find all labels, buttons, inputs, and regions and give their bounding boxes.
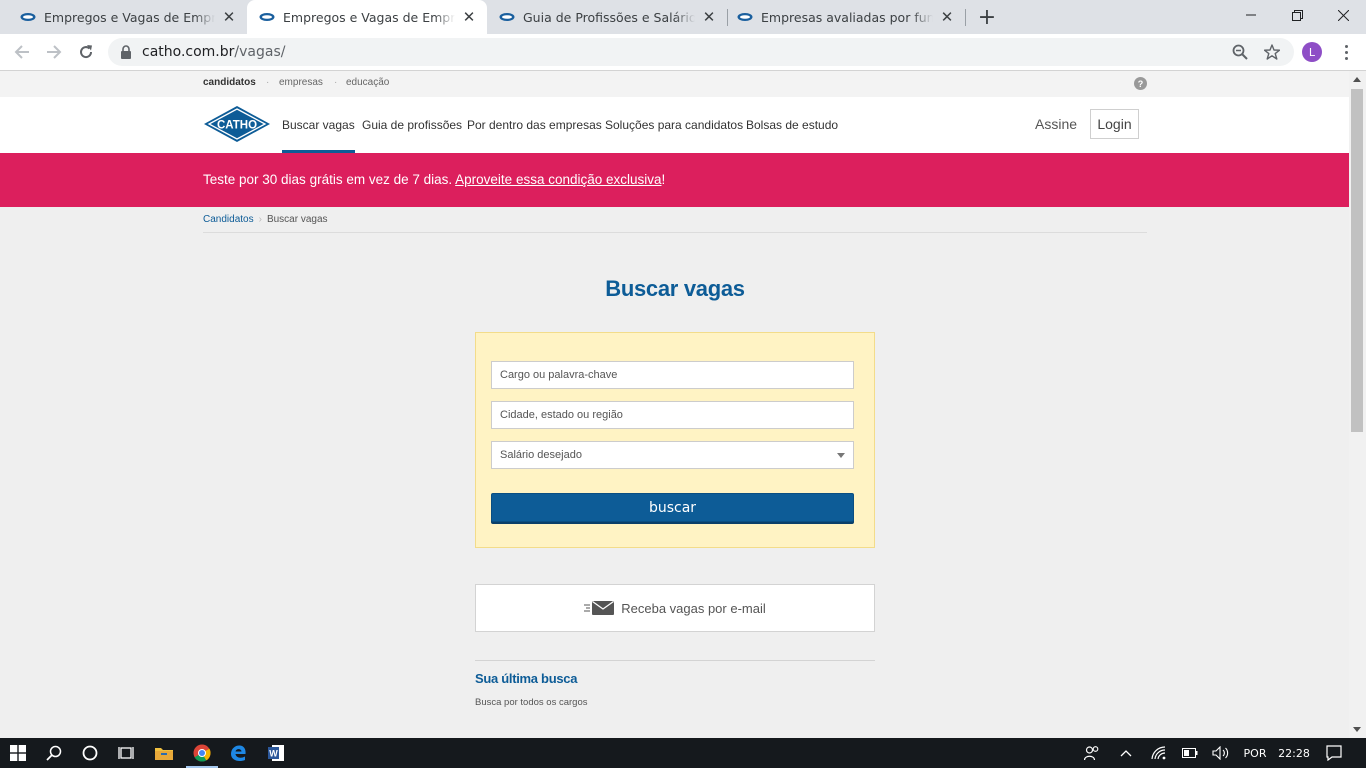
last-search-divider: [475, 660, 875, 661]
keyword-input[interactable]: [491, 361, 854, 389]
browser-tab[interactable]: Empresas avaliadas por funcionários ✕: [727, 0, 965, 34]
promo-text: Teste por 30 dias grátis em vez de 7 dia…: [203, 172, 453, 187]
browser-toolbar: catho.com.br/vagas/ L: [0, 34, 1366, 71]
windows-start-icon[interactable]: [0, 738, 36, 768]
wifi-icon[interactable]: [1148, 738, 1170, 768]
url-domain: catho.com.br: [142, 44, 235, 60]
chevron-down-icon: [837, 453, 845, 458]
page-scrollbar[interactable]: [1349, 71, 1366, 738]
file-explorer-icon[interactable]: [146, 738, 182, 768]
browser-menu-icon[interactable]: [1336, 42, 1356, 62]
page-title: Buscar vagas: [605, 276, 745, 301]
tab-close-icon[interactable]: ✕: [461, 8, 477, 26]
nav-solucoes-para-candidatos[interactable]: Soluções para candidatos: [605, 97, 743, 153]
last-search-link[interactable]: Busca por todos os cargos: [475, 697, 587, 708]
audience-bar: candidatos · empresas · educação ?: [0, 71, 1349, 97]
profile-avatar[interactable]: L: [1302, 42, 1322, 62]
breadcrumb-divider: [203, 232, 1147, 233]
edge-icon[interactable]: [220, 738, 256, 768]
url-text: catho.com.br/vagas/: [142, 44, 285, 60]
promo-message: Teste por 30 dias grátis em vez de 7 dia…: [203, 172, 665, 187]
window-close-icon[interactable]: [1320, 0, 1366, 30]
help-icon[interactable]: ?: [1134, 77, 1147, 90]
chevron-up-icon[interactable]: [1115, 738, 1137, 768]
catho-favicon-icon: [259, 13, 275, 21]
assine-link[interactable]: Assine: [1035, 116, 1077, 132]
browser-tabstrip: Empregos e Vagas de Empregos - Catho ✕ E…: [0, 0, 1366, 34]
scroll-down-arrow-icon[interactable]: [1353, 727, 1361, 732]
lock-icon: [121, 45, 131, 59]
last-search-title: Sua última busca: [475, 671, 578, 686]
task-view-icon[interactable]: [108, 738, 144, 768]
catho-favicon-icon: [499, 13, 515, 21]
tab-close-icon[interactable]: ✕: [221, 8, 237, 26]
nav-buscar-vagas[interactable]: Buscar vagas: [282, 97, 355, 153]
breadcrumb-current: Buscar vagas: [266, 214, 328, 225]
people-icon[interactable]: [1080, 738, 1104, 768]
chrome-taskbar-icon[interactable]: [184, 738, 220, 768]
scroll-up-arrow-icon[interactable]: [1353, 77, 1361, 82]
nav-guia-de-profissoes[interactable]: Guia de profissões: [362, 97, 462, 153]
audience-separator: ·: [266, 77, 270, 88]
site-header: CATHO Buscar vagas Guia de profissões Po…: [0, 97, 1349, 153]
page-viewport: candidatos · empresas · educação ? CATHO…: [0, 71, 1349, 738]
svg-text:W: W: [269, 749, 278, 759]
window-restore-icon[interactable]: [1274, 0, 1320, 30]
breadcrumb-separator: ›: [258, 214, 262, 225]
url-path: /vagas/: [234, 44, 286, 60]
promo-banner: Teste por 30 dias grátis em vez de 7 dia…: [0, 153, 1349, 207]
cortana-icon[interactable]: [72, 738, 108, 768]
address-bar[interactable]: catho.com.br/vagas/: [108, 38, 1294, 66]
promo-exclamation: !: [661, 172, 666, 187]
tab-close-icon[interactable]: ✕: [701, 8, 717, 26]
email-alert-label: Receba vagas por e-mail: [621, 600, 766, 616]
salary-select-value: Salário desejado: [500, 449, 582, 461]
forward-arrow-icon[interactable]: [41, 39, 67, 65]
audience-link-candidatos[interactable]: candidatos: [203, 77, 256, 88]
reload-icon[interactable]: [73, 39, 99, 65]
input-language[interactable]: POR: [1240, 738, 1270, 768]
notifications-icon[interactable]: [1322, 738, 1346, 768]
nav-bolsas-de-estudo[interactable]: Bolsas de estudo: [746, 97, 838, 153]
location-input[interactable]: [491, 401, 854, 429]
search-icon[interactable]: [36, 738, 72, 768]
windows-taskbar: W POR 22:28: [0, 738, 1366, 768]
envelope-icon: [584, 600, 615, 615]
nav-por-dentro-das-empresas[interactable]: Por dentro das empresas: [467, 97, 602, 153]
audience-link-empresas[interactable]: empresas: [279, 77, 323, 88]
email-alert-button[interactable]: Receba vagas por e-mail: [475, 584, 875, 632]
tab-title: Guia de Profissões e Salários 2019: [523, 9, 695, 25]
battery-icon[interactable]: [1179, 738, 1201, 768]
back-arrow-icon[interactable]: [9, 39, 35, 65]
breadcrumb-candidatos[interactable]: Candidatos: [203, 214, 254, 225]
breadcrumb: Candidatos › Buscar vagas: [203, 214, 328, 225]
browser-tab[interactable]: Empregos e Vagas de Empregos - Catho ✕: [0, 0, 247, 34]
zoom-icon[interactable]: [1231, 43, 1249, 61]
tab-title: Empregos e Vagas de Emprego | Catho: [283, 9, 455, 25]
audience-separator: ·: [334, 77, 338, 88]
promo-link[interactable]: Aproveite essa condição exclusiva: [455, 172, 661, 187]
bookmark-star-icon[interactable]: [1263, 43, 1281, 61]
scrollbar-thumb[interactable]: [1351, 89, 1363, 432]
catho-favicon-icon: [737, 13, 753, 21]
browser-tab[interactable]: Guia de Profissões e Salários 2019 ✕: [487, 0, 727, 34]
tab-separator: [965, 9, 966, 26]
browser-tab-active[interactable]: Empregos e Vagas de Emprego | Catho ✕: [247, 0, 487, 34]
tab-title: Empresas avaliadas por funcionários: [761, 9, 933, 25]
new-tab-plus-icon[interactable]: +: [975, 5, 999, 30]
audience-link-educacao[interactable]: educação: [346, 77, 389, 88]
tab-title: Empregos e Vagas de Empregos - Catho: [44, 9, 215, 25]
window-minimize-icon[interactable]: [1228, 0, 1274, 30]
search-button[interactable]: buscar: [491, 493, 854, 522]
salary-select[interactable]: Salário desejado: [491, 441, 854, 469]
tab-close-icon[interactable]: ✕: [939, 8, 955, 26]
catho-favicon-icon: [20, 13, 36, 21]
catho-logo[interactable]: CATHO: [203, 105, 271, 143]
login-button[interactable]: Login: [1090, 109, 1139, 139]
word-icon[interactable]: W: [258, 738, 294, 768]
clock-time[interactable]: 22:28: [1275, 738, 1313, 768]
job-search-form: Salário desejado buscar: [475, 332, 875, 548]
volume-icon[interactable]: [1210, 738, 1232, 768]
logo-text: CATHO: [217, 120, 257, 132]
